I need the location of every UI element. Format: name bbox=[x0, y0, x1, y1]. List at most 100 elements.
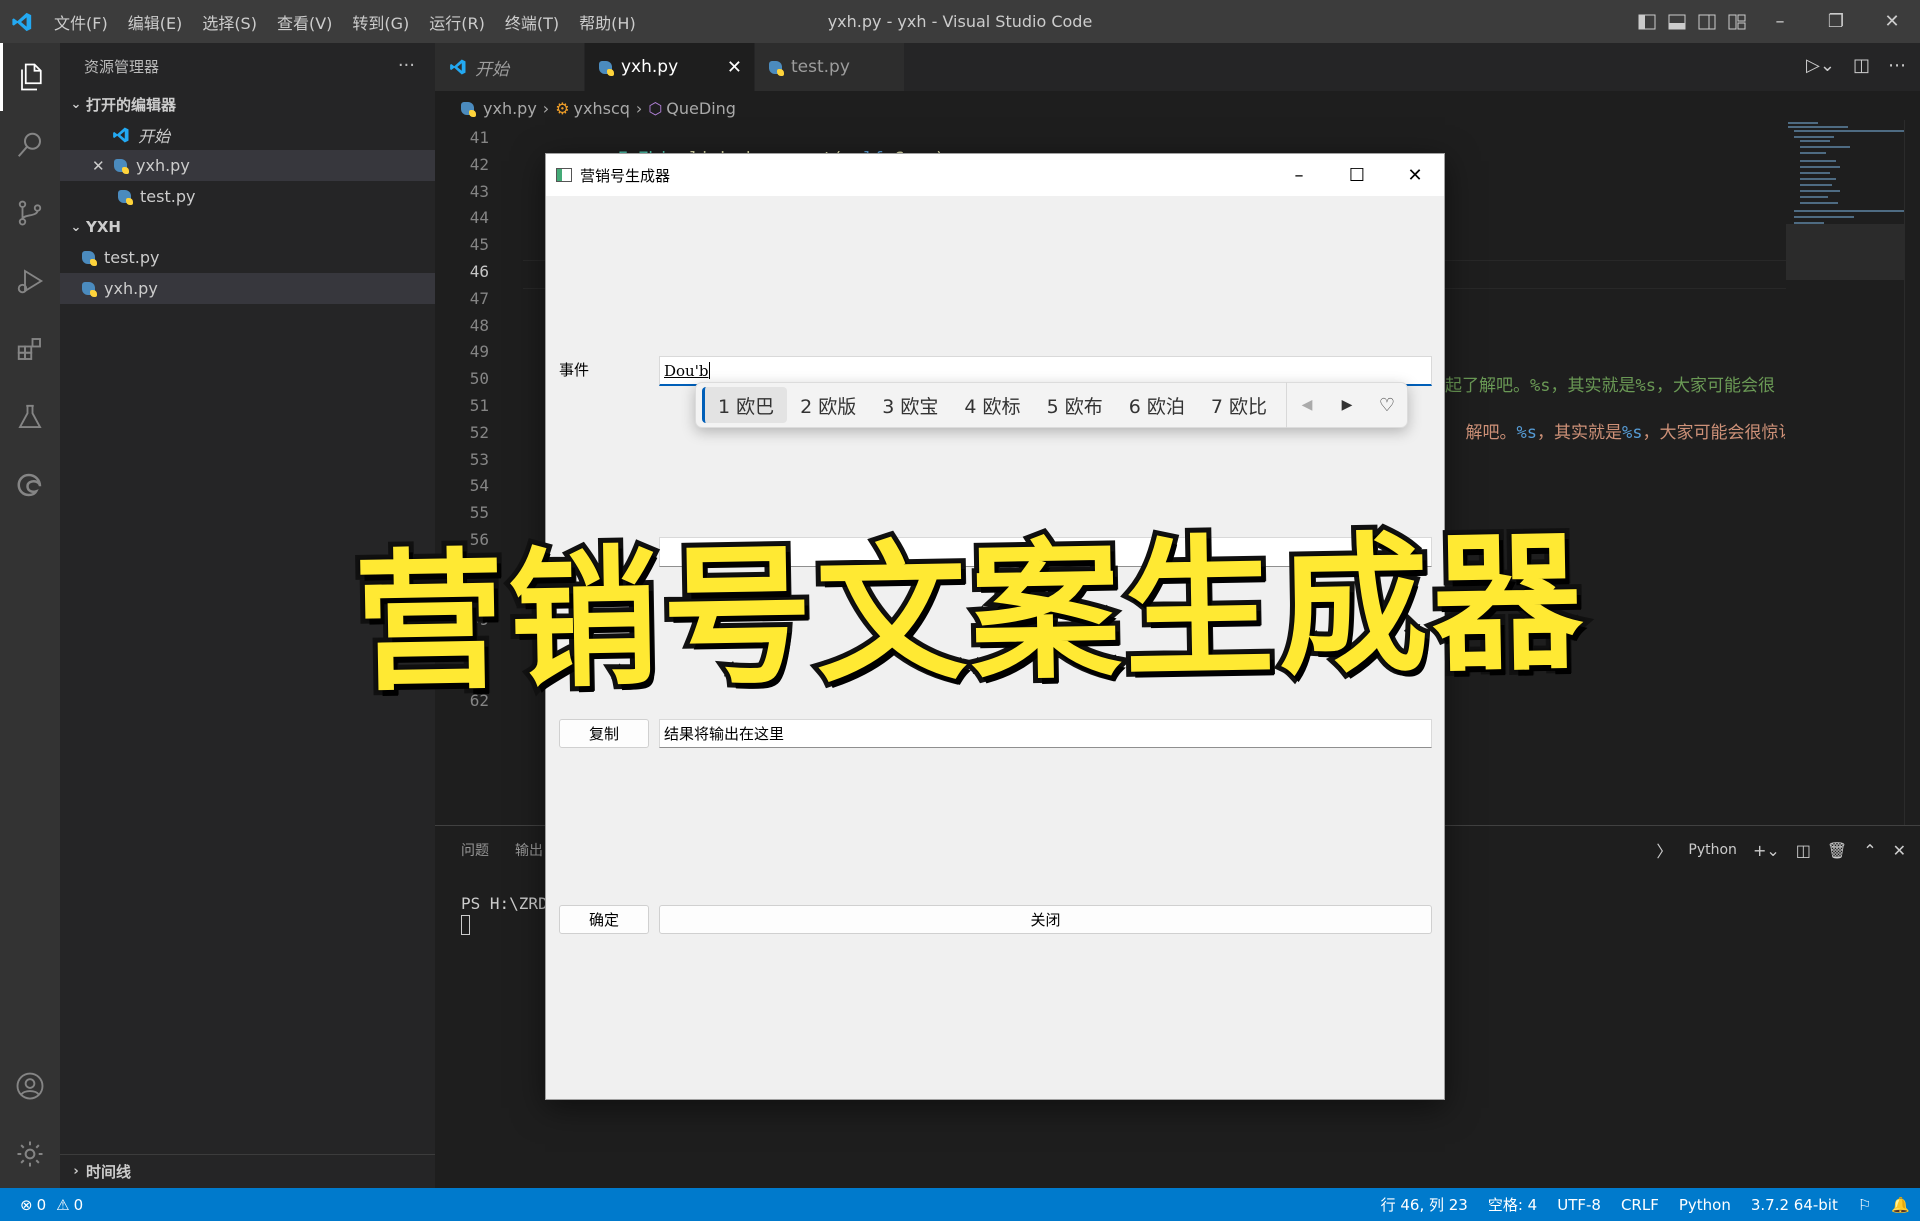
close-icon[interactable]: ✕ bbox=[92, 157, 114, 175]
ime-candidate[interactable]: 1 欧巴 bbox=[702, 387, 788, 423]
open-editors-label: 打开的编辑器 bbox=[86, 95, 177, 114]
close-button[interactable]: 关闭 bbox=[659, 905, 1432, 934]
run-python-icon[interactable]: ▷⌄ bbox=[1806, 55, 1835, 76]
folder-label: YXH bbox=[86, 218, 121, 236]
edge-devtools-icon[interactable] bbox=[0, 451, 60, 519]
end-of-line[interactable]: CRLF bbox=[1611, 1196, 1669, 1214]
close-window-icon[interactable]: ✕ bbox=[1864, 0, 1920, 43]
file-yxh[interactable]: yxh.py bbox=[60, 273, 435, 304]
extensions-icon[interactable] bbox=[0, 315, 60, 383]
tab-yxh[interactable]: yxh.py ✕ bbox=[585, 43, 755, 91]
breadcrumb-class[interactable]: yxhscq bbox=[574, 99, 630, 118]
menu-terminal[interactable]: 终端(T) bbox=[495, 10, 569, 34]
menu-help[interactable]: 帮助(H) bbox=[569, 10, 646, 34]
ime-candidate[interactable]: 2 欧版 bbox=[787, 387, 869, 423]
accounts-icon[interactable] bbox=[0, 1052, 60, 1120]
close-tab-icon[interactable]: ✕ bbox=[727, 57, 742, 78]
code-line-50[interactable]: 起了解吧。%s，其实就是%s，大家可能会很 bbox=[1445, 371, 1785, 396]
run-debug-icon[interactable] bbox=[0, 247, 60, 315]
notifications-bell-icon[interactable]: 🔔 bbox=[1881, 1196, 1920, 1214]
testing-flask-icon[interactable] bbox=[0, 383, 60, 451]
maximize-panel-chevron-up-icon[interactable]: ⌃ bbox=[1863, 841, 1876, 860]
code-token: ，其实就是 bbox=[1536, 423, 1622, 443]
copy-button[interactable]: 复制 bbox=[559, 719, 649, 748]
encoding[interactable]: UTF-8 bbox=[1547, 1196, 1611, 1214]
dialog-close-icon[interactable]: ✕ bbox=[1386, 154, 1444, 196]
split-editor-icon[interactable]: ◫ bbox=[1853, 55, 1870, 76]
line-number: 47 bbox=[469, 288, 489, 308]
ime-favorite-heart-icon[interactable]: ♡ bbox=[1367, 395, 1407, 416]
terminal-output[interactable]: PS H:\ZRD bbox=[461, 894, 548, 935]
ime-candidate[interactable]: 7 欧比 bbox=[1198, 387, 1280, 423]
menu-bar: 文件(F) 编辑(E) 选择(S) 查看(V) 转到(G) 运行(R) 终端(T… bbox=[44, 10, 646, 34]
search-icon[interactable] bbox=[0, 111, 60, 179]
minimap[interactable] bbox=[1786, 120, 1904, 825]
panel-tab-output[interactable]: 输出 bbox=[515, 840, 543, 860]
tab-test[interactable]: test.py bbox=[755, 43, 905, 91]
feedback-icon[interactable]: ⚐ bbox=[1848, 1196, 1881, 1214]
code-line-51[interactable]: 解吧。%s，其实就是%s，大家可能会很惊讶 bbox=[1445, 398, 1785, 443]
file-test[interactable]: test.py bbox=[60, 242, 435, 273]
menu-file[interactable]: 文件(F) bbox=[44, 10, 118, 34]
cursor-position[interactable]: 行 46, 列 23 bbox=[1371, 1194, 1478, 1215]
breadcrumb-method[interactable]: QueDing bbox=[666, 99, 736, 118]
split-terminal-icon[interactable]: ◫ bbox=[1796, 841, 1811, 860]
python-interpreter[interactable]: 3.7.2 64-bit bbox=[1741, 1196, 1848, 1214]
menu-edit[interactable]: 编辑(E) bbox=[118, 10, 193, 34]
timeline-section[interactable]: › 时间线 bbox=[60, 1154, 435, 1188]
more-actions-icon[interactable]: ··· bbox=[398, 55, 415, 76]
ime-next-page-icon[interactable]: ▶ bbox=[1327, 397, 1367, 413]
toggle-sidebar-icon[interactable] bbox=[1633, 12, 1661, 32]
python-file-icon bbox=[114, 159, 129, 174]
source-control-icon[interactable] bbox=[0, 179, 60, 247]
toggle-secondary-sidebar-icon[interactable] bbox=[1693, 12, 1721, 32]
terminal-prompt: PS H:\ZRD bbox=[461, 894, 548, 913]
ime-candidate[interactable]: 4 欧标 bbox=[951, 387, 1033, 423]
customize-layout-icon[interactable] bbox=[1723, 12, 1751, 32]
language-mode[interactable]: Python bbox=[1669, 1196, 1741, 1214]
ime-candidate[interactable]: 5 欧布 bbox=[1034, 387, 1116, 423]
menu-run[interactable]: 运行(R) bbox=[419, 10, 495, 34]
open-editor-test[interactable]: test.py bbox=[60, 181, 435, 212]
dialog-minimize-icon[interactable]: – bbox=[1270, 154, 1328, 196]
panel-tab-problems[interactable]: 问题 bbox=[461, 840, 489, 860]
new-terminal-icon[interactable]: +⌄ bbox=[1753, 841, 1780, 860]
dialog-title-bar[interactable]: 营销号生成器 – ☐ ✕ bbox=[546, 154, 1444, 196]
open-editor-welcome[interactable]: 开始 bbox=[60, 119, 435, 150]
close-panel-icon[interactable]: ✕ bbox=[1893, 841, 1906, 860]
more-actions-icon[interactable]: ⋯ bbox=[1888, 55, 1906, 76]
manage-gear-icon[interactable] bbox=[0, 1120, 60, 1188]
breadcrumb: yxh.py › ⚙ yxhscq › ⬡ QueDing bbox=[435, 91, 1920, 125]
event-label: 事件 bbox=[559, 361, 590, 379]
breadcrumb-file[interactable]: yxh.py bbox=[483, 99, 537, 118]
menu-selection[interactable]: 选择(S) bbox=[192, 10, 267, 34]
open-editors-section[interactable]: ⌄ 打开的编辑器 bbox=[60, 89, 435, 119]
terminal-shell-name[interactable]: Python bbox=[1688, 842, 1737, 858]
chevron-right-icon: › bbox=[542, 98, 550, 118]
open-editor-label: yxh.py bbox=[136, 156, 190, 175]
ime-candidate-bar: 1 欧巴 2 欧版 3 欧宝 4 欧标 5 欧布 6 欧泊 7 欧比 ◀ ▶ ♡ bbox=[695, 382, 1408, 428]
warning-count: 0 bbox=[73, 1195, 84, 1214]
open-editor-yxh[interactable]: ✕ yxh.py bbox=[60, 150, 435, 181]
indentation[interactable]: 空格: 4 bbox=[1478, 1194, 1547, 1215]
dialog-maximize-icon[interactable]: ☐ bbox=[1328, 154, 1386, 196]
code-token: ，大家可能会很惊讶 bbox=[1642, 423, 1785, 443]
restore-window-icon[interactable]: ❐ bbox=[1808, 0, 1864, 43]
line-number: 45 bbox=[469, 235, 489, 255]
problems-status[interactable]: ⊗ 0 ⚠ 0 bbox=[0, 1196, 83, 1214]
ime-prev-page-icon[interactable]: ◀ bbox=[1287, 397, 1327, 413]
ime-candidate[interactable]: 6 欧泊 bbox=[1116, 387, 1198, 423]
menu-view[interactable]: 查看(V) bbox=[267, 10, 342, 34]
ime-candidate[interactable]: 3 欧宝 bbox=[869, 387, 951, 423]
folder-section[interactable]: ⌄ YXH bbox=[60, 212, 435, 242]
confirm-button[interactable]: 确定 bbox=[559, 905, 649, 934]
result-output[interactable]: 结果将输出在这里 bbox=[659, 719, 1432, 748]
tab-welcome[interactable]: 开始 bbox=[435, 43, 585, 91]
minimize-window-icon[interactable]: – bbox=[1752, 0, 1808, 43]
editor-vertical-scrollbar[interactable] bbox=[1904, 120, 1920, 825]
menu-go[interactable]: 转到(G) bbox=[342, 10, 419, 34]
explorer-icon[interactable] bbox=[0, 43, 60, 111]
kill-terminal-trash-icon[interactable]: 🗑 bbox=[1827, 841, 1847, 860]
toggle-panel-icon[interactable] bbox=[1663, 12, 1691, 32]
terminal-icon: 〉 bbox=[1656, 842, 1673, 861]
